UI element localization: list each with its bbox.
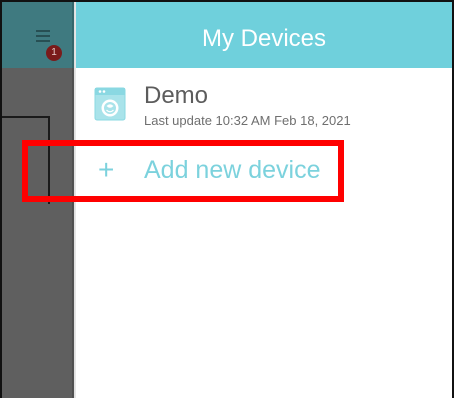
drawer-header: My Devices — [76, 2, 452, 68]
background-outline — [2, 116, 50, 204]
background-app-pane[interactable]: 1 — [2, 2, 74, 398]
screen-frame: 1 My Devices Demo Last update 10:32 AM F… — [0, 0, 454, 398]
devices-drawer: My Devices Demo Last update 10:32 AM Feb… — [76, 2, 452, 398]
plus-icon: + — [98, 154, 115, 185]
add-new-device-label: Add new device — [144, 156, 321, 184]
hamburger-icon[interactable] — [36, 30, 50, 42]
drawer-title: My Devices — [201, 25, 327, 52]
washing-machine-icon — [94, 87, 126, 121]
device-list-item[interactable]: Demo Last update 10:32 AM Feb 18, 2021 — [76, 80, 452, 132]
device-name: Demo — [144, 82, 209, 109]
device-last-update: Last update 10:32 AM Feb 18, 2021 — [144, 113, 351, 128]
notification-badge: 1 — [46, 45, 62, 61]
background-app-header: 1 — [2, 2, 74, 68]
add-new-device-button[interactable]: + Add new device — [76, 148, 452, 196]
